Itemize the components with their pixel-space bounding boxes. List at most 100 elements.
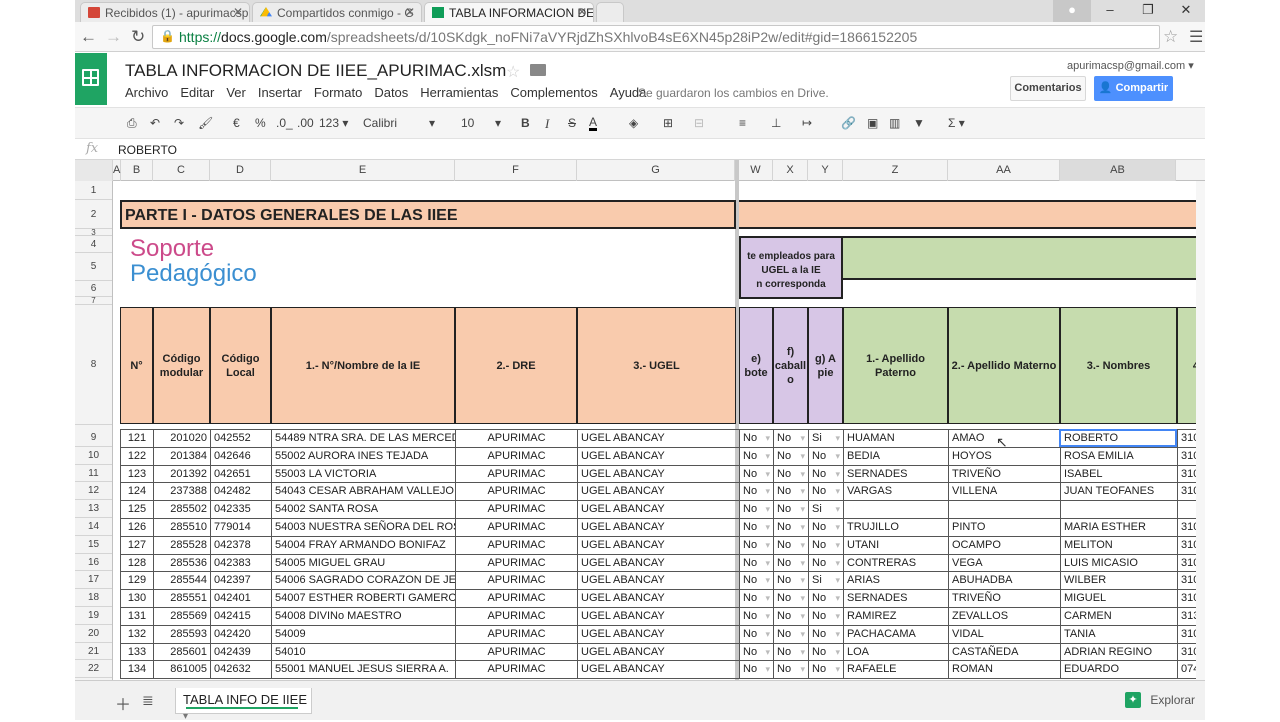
table-cell[interactable]: 779014 [210, 519, 271, 536]
table-cell[interactable]: ISABEL [1060, 465, 1177, 483]
table-cell[interactable]: VEGA [948, 554, 1060, 572]
column-header[interactable]: A [113, 160, 121, 181]
redo-icon[interactable]: ↷ [174, 116, 184, 130]
table-cell[interactable]: TRIVEÑO [948, 590, 1060, 607]
row-header[interactable]: 12 [75, 482, 112, 501]
table-cell[interactable]: ABUHADBA [948, 572, 1060, 590]
table-cell[interactable]: EDUARDO [1060, 661, 1177, 679]
table-cell[interactable]: VIDAL [948, 625, 1060, 643]
row-header[interactable]: 20 [75, 625, 112, 643]
dropdown-cell[interactable]: No ▾ [808, 554, 843, 572]
borders-icon[interactable]: ⊞ [663, 116, 673, 130]
share-button[interactable]: 👤 Compartir [1094, 76, 1173, 101]
table-cell[interactable]: 128 [120, 554, 153, 572]
table-cell[interactable]: CARMEN [1060, 608, 1177, 625]
row-header[interactable]: 8 [75, 305, 112, 425]
table-cell[interactable]: WILBER [1060, 572, 1177, 590]
menu-formato[interactable]: Formato [314, 85, 362, 100]
close-icon[interactable]: ✕ [233, 5, 243, 19]
table-cell[interactable]: 129 [120, 572, 153, 590]
table-cell[interactable]: 54006 SAGRADO CORAZON DE JESUS [271, 572, 455, 590]
dropdown-arrow-icon[interactable]: ▾ [765, 537, 770, 554]
dropdown-arrow-icon[interactable]: ▾ [800, 448, 805, 465]
dropdown-arrow-icon[interactable]: ▾ [765, 466, 770, 483]
dropdown-arrow-icon[interactable]: ▾ [800, 608, 805, 625]
table-cell[interactable]: 285510 [153, 519, 210, 536]
dropdown-arrow-icon[interactable]: ▾ [765, 661, 770, 678]
dropdown-cell[interactable]: No ▾ [739, 430, 773, 447]
menu-icon[interactable]: ☰ [1189, 27, 1203, 47]
table-cell[interactable]: 042552 [210, 430, 271, 447]
dropdown-arrow-icon[interactable]: ▾ [765, 430, 770, 447]
dropdown-cell[interactable]: No ▾ [808, 536, 843, 554]
dropdown-arrow-icon[interactable]: ▾ [765, 448, 770, 465]
row-header[interactable]: 14 [75, 518, 112, 536]
column-header[interactable]: D [210, 160, 271, 181]
table-cell[interactable]: 042415 [210, 608, 271, 625]
table-cell[interactable]: UGEL ABANCAY [577, 447, 736, 465]
table-cell[interactable]: UGEL ABANCAY [577, 608, 736, 625]
dropdown-cell[interactable]: No ▾ [808, 483, 843, 501]
table-cell[interactable]: UGEL ABANCAY [577, 519, 736, 536]
table-cell[interactable]: APURIMAC [455, 572, 577, 590]
dropdown-cell[interactable]: Si ▾ [808, 501, 843, 518]
dropdown-arrow-icon[interactable]: ▾ [835, 519, 840, 536]
column-header[interactable]: AB [1060, 160, 1176, 181]
table-cell[interactable]: 54489 NTRA SRA. DE LAS MERCEDES [271, 430, 455, 447]
close-window-icon[interactable]: ✕ [1167, 0, 1205, 22]
dropdown-cell[interactable]: No ▾ [739, 590, 773, 607]
sheets-list-icon[interactable]: ≣ [142, 692, 154, 709]
dropdown-cell[interactable]: No ▾ [808, 661, 843, 679]
table-cell[interactable]: APURIMAC [455, 465, 577, 483]
table-cell[interactable]: LOA [843, 643, 948, 661]
table-cell[interactable]: 54009 [271, 625, 455, 643]
dropdown-arrow-icon[interactable]: ▾ [835, 430, 840, 447]
table-cell[interactable]: CASTAÑEDA [948, 643, 1060, 661]
vertical-align-icon[interactable]: ⊥ [771, 116, 781, 130]
dropdown-arrow-icon[interactable]: ▾ [800, 626, 805, 643]
row-header[interactable]: 2 [75, 200, 112, 229]
table-cell[interactable]: UTANI [843, 536, 948, 554]
currency-button[interactable]: € [233, 116, 240, 130]
table-cell[interactable]: APURIMAC [455, 590, 577, 607]
add-sheet-icon[interactable]: ＋ [115, 691, 131, 715]
table-cell[interactable]: 54007 ESTHER ROBERTI GAMERO [271, 590, 455, 607]
table-cell[interactable]: 042335 [210, 501, 271, 518]
dropdown-cell[interactable]: No ▾ [773, 572, 808, 590]
align-left-icon[interactable]: ≡ [739, 116, 746, 130]
dropdown-cell[interactable]: No ▾ [773, 661, 808, 679]
table-cell[interactable]: 042420 [210, 625, 271, 643]
column-header[interactable]: C [153, 160, 210, 181]
dropdown-arrow-icon[interactable]: ▾ [800, 483, 805, 500]
dropdown-cell[interactable]: No ▾ [773, 519, 808, 536]
table-cell[interactable]: UGEL ABANCAY [577, 430, 736, 447]
row-header[interactable]: 13 [75, 500, 112, 518]
dropdown-cell[interactable]: No ▾ [773, 590, 808, 607]
row-header[interactable]: 19 [75, 607, 112, 625]
dropdown-cell[interactable]: No ▾ [808, 465, 843, 483]
table-cell[interactable]: 54010 [271, 643, 455, 661]
vertical-scrollbar[interactable] [1196, 181, 1205, 680]
column-header[interactable]: AA [948, 160, 1060, 181]
table-cell[interactable]: 124 [120, 483, 153, 501]
dropdown-cell[interactable]: No ▾ [773, 536, 808, 554]
dropdown-arrow-icon[interactable]: ▾ [800, 661, 805, 678]
filter-icon[interactable]: ▼ [913, 116, 925, 130]
dropdown-arrow-icon[interactable]: ▾ [835, 555, 840, 572]
table-cell[interactable]: 285551 [153, 590, 210, 607]
dropdown-cell[interactable]: No ▾ [739, 572, 773, 590]
table-cell[interactable]: 861005 [153, 661, 210, 679]
formula-input[interactable]: ROBERTO [118, 143, 177, 157]
dropdown-cell[interactable]: No ▾ [808, 625, 843, 643]
column-header[interactable]: G [577, 160, 735, 181]
table-cell[interactable]: APURIMAC [455, 608, 577, 625]
row-header[interactable]: 7 [75, 297, 112, 305]
table-cell[interactable]: ZEVALLOS [948, 608, 1060, 625]
table-cell[interactable]: ADRIAN REGINO [1060, 643, 1177, 661]
table-cell[interactable]: 285502 [153, 501, 210, 518]
table-cell[interactable]: 54003 NUESTRA SEÑORA DEL ROSARIO [271, 519, 455, 536]
table-cell[interactable]: 126 [120, 519, 153, 536]
browser-tab-sheets[interactable]: TABLA INFORMACION DE ✕ [424, 2, 594, 22]
table-cell[interactable]: 042439 [210, 643, 271, 661]
table-cell[interactable]: TRIVEÑO [948, 465, 1060, 483]
